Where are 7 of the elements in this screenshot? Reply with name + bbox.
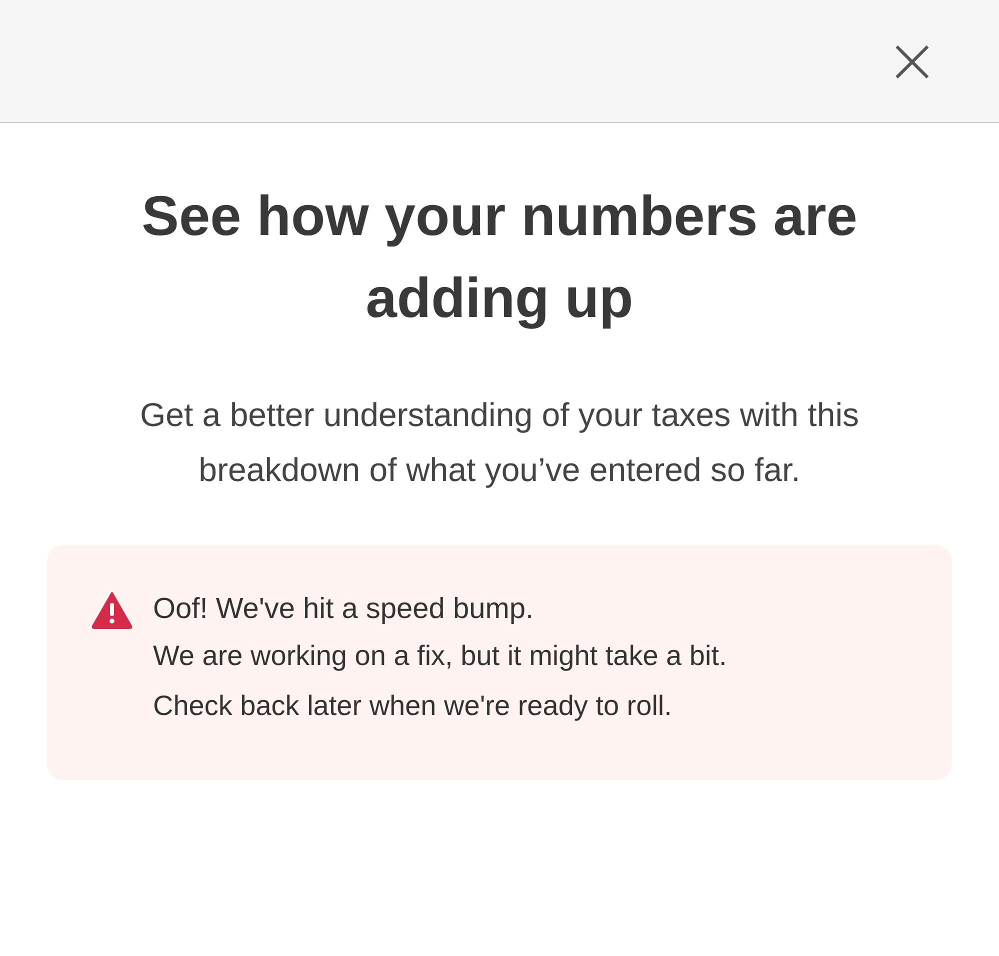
alert-title: Oof! We've hit a speed bump. (153, 592, 535, 627)
modal-description: Get a better understanding of your taxes with this breakdown of what you’ve entered so far. (138, 395, 860, 490)
modal-title: See how your numbers are adding up (140, 183, 858, 331)
alert-message: Check back later when we're ready to roll. (153, 689, 673, 723)
warning-icon (91, 591, 133, 629)
alert-message: We are working on a fix, but it might take a bit. (153, 639, 727, 673)
close-button[interactable]: × (881, 29, 943, 93)
